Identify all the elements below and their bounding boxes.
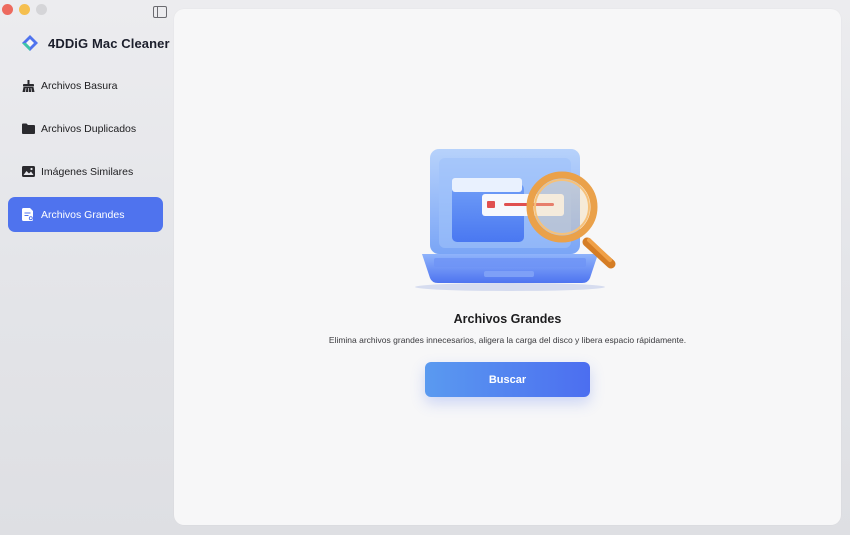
broom-icon [21,79,35,93]
main-panel: Archivos Grandes Elimina archivos grande… [174,9,841,525]
app-name: 4DDiG Mac Cleaner [48,35,170,51]
zoom-window-button[interactable] [36,4,47,15]
sidebar-item-archivos-grandes[interactable]: Archivos Grandes [8,197,163,232]
image-icon [21,165,35,179]
sidebar-nav: Archivos Basura Archivos Duplicados Imág… [8,68,163,240]
sidebar-item-archivos-duplicados[interactable]: Archivos Duplicados [8,111,163,146]
large-file-icon [21,208,35,222]
page-title: Archivos Grandes [453,312,562,326]
minimize-window-button[interactable] [19,4,30,15]
sidebar-item-imagenes-similares[interactable]: Imágenes Similares [8,154,163,189]
search-button[interactable]: Buscar [425,362,590,397]
close-window-button[interactable] [2,4,13,15]
laptop-magnifier-illustration [415,149,616,291]
folder-icon [21,122,35,136]
sidebar-item-label: Archivos Duplicados [41,122,137,135]
sidebar-item-label: Archivos Basura [41,79,118,92]
page-description: Elimina archivos grandes innecesarios, a… [328,335,687,345]
app-brand: 4DDiG Mac Cleaner [21,34,170,52]
app-logo-icon [22,35,38,51]
sidebar-item-label: Archivos Grandes [41,208,125,221]
sidebar-item-label: Imágenes Similares [41,165,134,178]
window-controls [2,4,47,15]
sidebar-item-archivos-basura[interactable]: Archivos Basura [8,68,163,103]
sidebar-toggle-icon[interactable] [153,6,167,18]
